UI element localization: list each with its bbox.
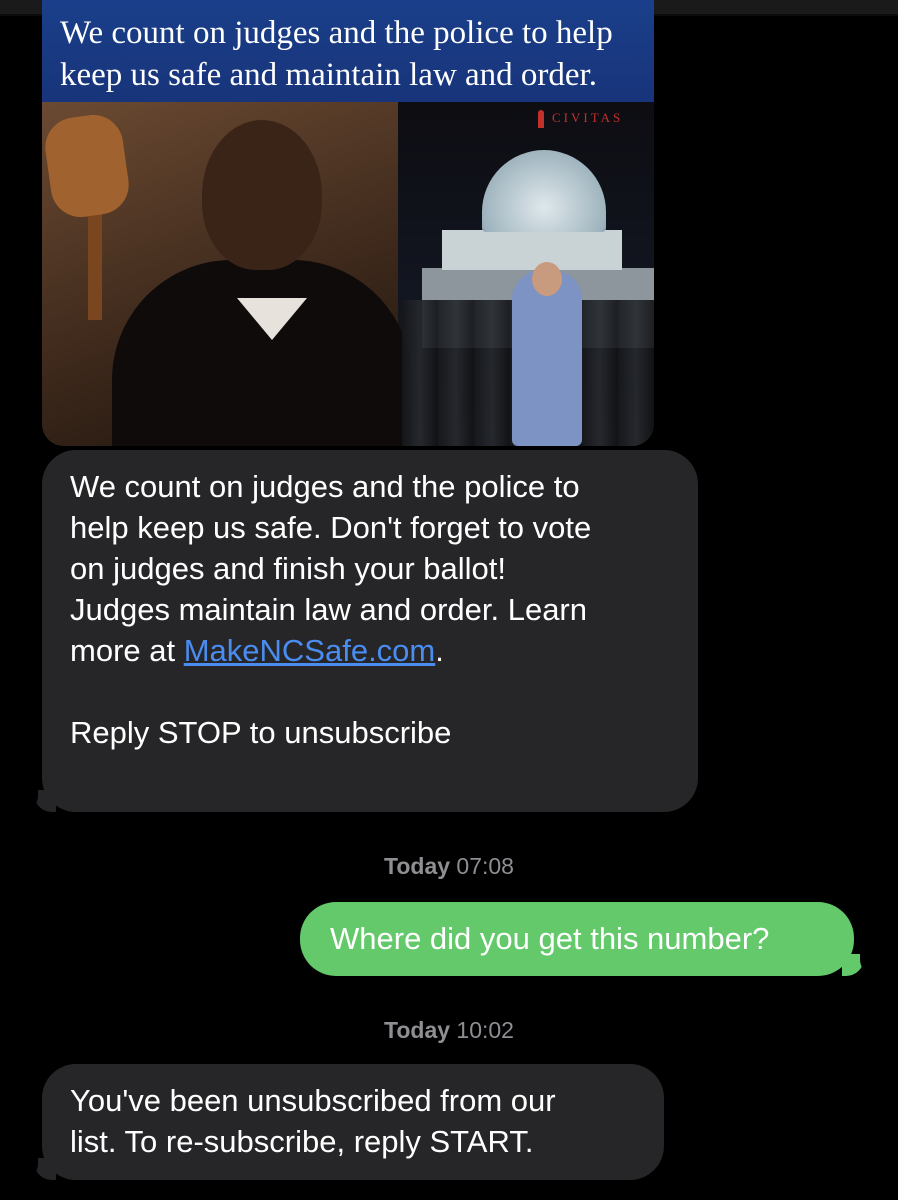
message-line: We count on judges and the police to <box>70 469 580 504</box>
outgoing-message-bubble[interactable]: Where did you get this number? <box>300 902 854 976</box>
message-line: on judges and finish your ballot! <box>70 551 507 586</box>
message-line: more at MakeNCSafe.com. <box>70 630 698 671</box>
civitas-logo: CIVITAS <box>538 110 624 129</box>
police-officer-head <box>532 262 562 296</box>
message-line: You've been unsubscribed from our <box>70 1083 556 1118</box>
bubble-tail-mask <box>20 1156 38 1178</box>
message-line: help keep us safe. Don't forget to vote <box>70 510 592 545</box>
timestamp: Today 07:08 <box>0 853 898 880</box>
timestamp-day: Today <box>384 853 451 879</box>
bubble-tail-mask <box>20 788 38 810</box>
logo-text: CIVITAS <box>552 110 624 125</box>
incoming-message-bubble[interactable]: We count on judges and the police to hel… <box>42 450 698 812</box>
attachment-banner: We count on judges and the police to hel… <box>42 0 654 102</box>
message-text: . <box>435 633 444 668</box>
message-line: list. To re-subscribe, reply START. <box>70 1124 534 1159</box>
image-attachment[interactable]: We count on judges and the police to hel… <box>42 0 654 446</box>
gavel-handle <box>88 200 102 320</box>
judge-robe <box>112 260 412 446</box>
banner-line-1: We count on judges and the police to hel… <box>60 15 613 51</box>
bubble-tail-mask <box>860 952 878 974</box>
timestamp-time: 10:02 <box>456 1017 514 1043</box>
message-text: more at <box>70 633 184 668</box>
torch-icon <box>538 110 544 129</box>
timestamp-day: Today <box>384 1017 451 1043</box>
message-text: Where did you get this number? <box>330 921 770 956</box>
unsubscribe-instruction: Reply STOP to unsubscribe <box>70 715 452 750</box>
capitol-dome-base <box>442 230 622 270</box>
timestamp-time: 07:08 <box>456 853 514 879</box>
makencsafe-link[interactable]: MakeNCSafe.com <box>184 633 436 668</box>
timestamp: Today 10:02 <box>0 1017 898 1044</box>
banner-line-2: keep us safe and maintain law and order. <box>60 57 597 93</box>
police-officer <box>512 270 582 446</box>
judge-figure <box>202 120 322 270</box>
message-line: Judges maintain law and order. Learn <box>70 592 587 627</box>
incoming-message-bubble[interactable]: You've been unsubscribed from our list. … <box>42 1064 664 1180</box>
